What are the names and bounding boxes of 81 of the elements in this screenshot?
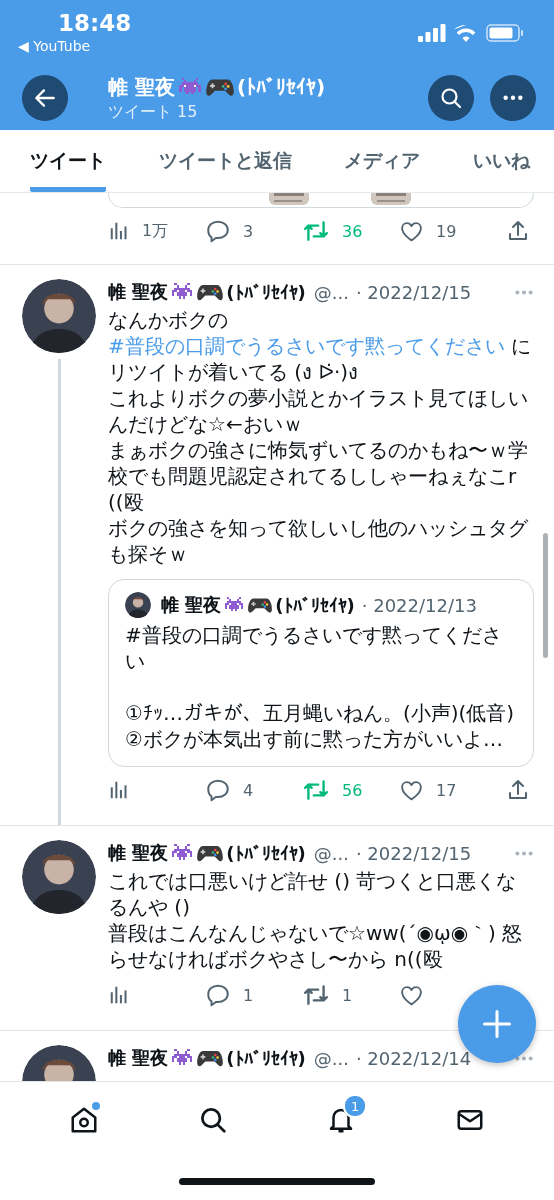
- tweet-text: なんかボクの #普段の口調でうるさいです黙ってください にリツイトが着いてる (ง ᐅ̇·)ง: [108, 307, 533, 385]
- tweet-date: · 2022/12/15: [355, 842, 472, 864]
- quoted-tweet-text: ①ﾁｯ…ガキが、五月蝿いねん。(小声)(低音): [125, 700, 516, 726]
- author-name: 帷 聖夜: [108, 841, 169, 865]
- back-button[interactable]: [22, 74, 68, 121]
- reply-icon: [205, 982, 231, 1008]
- reply-icon: [205, 218, 231, 244]
- action-count: 4: [243, 780, 254, 800]
- signal-icon: [418, 23, 446, 42]
- author-name: 帷 聖夜: [108, 1046, 169, 1070]
- more-icon: [514, 850, 534, 856]
- author-name-reading: (ﾄﾊﾞﾘｾｲﾔ): [226, 842, 306, 864]
- tweet-date: · 2022/12/13: [361, 594, 477, 616]
- tab[interactable]: いいね: [472, 130, 530, 192]
- views-action[interactable]: 1万: [108, 220, 169, 242]
- more-icon: [514, 1055, 534, 1061]
- action-count: 1: [243, 985, 254, 1005]
- author-handle[interactable]: @...: [313, 281, 349, 303]
- action-count: 3: [243, 221, 254, 241]
- tab[interactable]: メディア: [344, 130, 421, 192]
- views-action[interactable]: [108, 984, 130, 1006]
- like-action[interactable]: 19: [399, 218, 457, 244]
- more-icon: [502, 94, 524, 101]
- tweet-text: ボクの強さを知って欲しいし他のハッシュタグも探そｗ: [108, 515, 529, 567]
- author-name: 帷 聖夜: [108, 280, 169, 304]
- tweet-text: 普段はこんなんじゃないで☆ww(´◉ῳ◉｀) 怒らせなければボクやさし〜から n((殴: [108, 920, 524, 972]
- reply-icon: [205, 777, 231, 803]
- views-action[interactable]: [108, 779, 130, 801]
- tweet-text: これでは口悪いけど許せ () 苛つくと口悪くなるんや (): [108, 868, 518, 920]
- reply-action[interactable]: 4: [205, 777, 254, 803]
- battery-icon: [486, 23, 524, 42]
- retweet-icon: [302, 777, 330, 803]
- action-count: 17: [436, 780, 457, 800]
- tweet-text: まぁボクの強さに怖気ずいてるのかもね〜ｗ学校でも問題児認定されてるししゃーねぇなこr((殴: [108, 437, 529, 515]
- plus-icon: [482, 1009, 512, 1039]
- action-count: 19: [436, 221, 457, 241]
- action-count: 36: [342, 221, 363, 241]
- retweet-icon: [302, 982, 330, 1008]
- author-name-reading: (ﾄﾊﾞﾘｾｲﾔ): [226, 281, 306, 303]
- author-name: 帷 聖夜: [161, 593, 222, 617]
- tweet-date: · 2022/12/14: [355, 1047, 472, 1069]
- profile-name: 帷 聖夜: [108, 73, 175, 101]
- reply-action[interactable]: 3: [205, 218, 254, 244]
- share-action[interactable]: [506, 778, 530, 802]
- tab[interactable]: ツイートと返信: [158, 130, 292, 192]
- tweet-count: ツイート 15: [108, 102, 199, 123]
- like-action[interactable]: 17: [399, 777, 457, 803]
- notification-badge: 1: [343, 1094, 368, 1118]
- author-handle[interactable]: @...: [313, 1047, 349, 1069]
- profile-name-reading: (ﾄﾊﾞﾘｾｲﾔ): [236, 75, 326, 99]
- quoted-tweet-text: ②ボクが本気出す前に黙った方がいいよ…: [125, 726, 504, 752]
- retweet-action[interactable]: 1: [302, 982, 353, 1008]
- home-icon: [69, 1105, 100, 1135]
- author-handle[interactable]: @...: [313, 842, 349, 864]
- action-count: 1万: [142, 220, 169, 242]
- retweet-icon: [302, 218, 330, 244]
- reply-action[interactable]: 1: [205, 982, 254, 1008]
- action-count: 1: [342, 985, 353, 1005]
- search-button[interactable]: [428, 74, 474, 121]
- avatar: [125, 592, 151, 618]
- views-icon: [108, 220, 130, 242]
- tweet-date: · 2022/12/15: [355, 281, 472, 303]
- more-button[interactable]: [490, 74, 536, 121]
- share-icon: [506, 219, 530, 243]
- quoted-tweet-text: #普段の口調でうるさいです黙ってください: [125, 622, 503, 674]
- more-icon: [514, 289, 534, 295]
- share-action[interactable]: [506, 219, 530, 243]
- status-time: 18:48: [57, 9, 132, 37]
- tweet-text: これよりボクの夢小説とかイラスト見てほしいんだけどな☆←おいｗ: [108, 385, 529, 437]
- tweet-more-button[interactable]: [514, 1055, 534, 1061]
- author-name-reading: (ﾄﾊﾞﾘｾｲﾔ): [275, 594, 355, 616]
- scrollbar[interactable]: [543, 533, 548, 658]
- tab[interactable]: ツイート: [30, 130, 106, 192]
- wifi-icon: [454, 23, 478, 42]
- share-icon: [506, 778, 530, 802]
- views-icon: [108, 779, 130, 801]
- quoted-tweet-card[interactable]: 帷 聖夜 (ﾄﾊﾞﾘｾｲﾔ) · 2022/12/13 #普段の口調でうるさいです黙ってください ①ﾁｯ…ガキが、五月蝿いねん。(小声)(低音) ②ボクが本気出す前に黙った方がいいよ…: [108, 579, 534, 767]
- search-icon: [439, 85, 463, 110]
- author-name-reading: (ﾄﾊﾞﾘｾｲﾔ): [226, 1047, 306, 1069]
- views-icon: [108, 984, 130, 1006]
- action-count: 56: [342, 780, 363, 800]
